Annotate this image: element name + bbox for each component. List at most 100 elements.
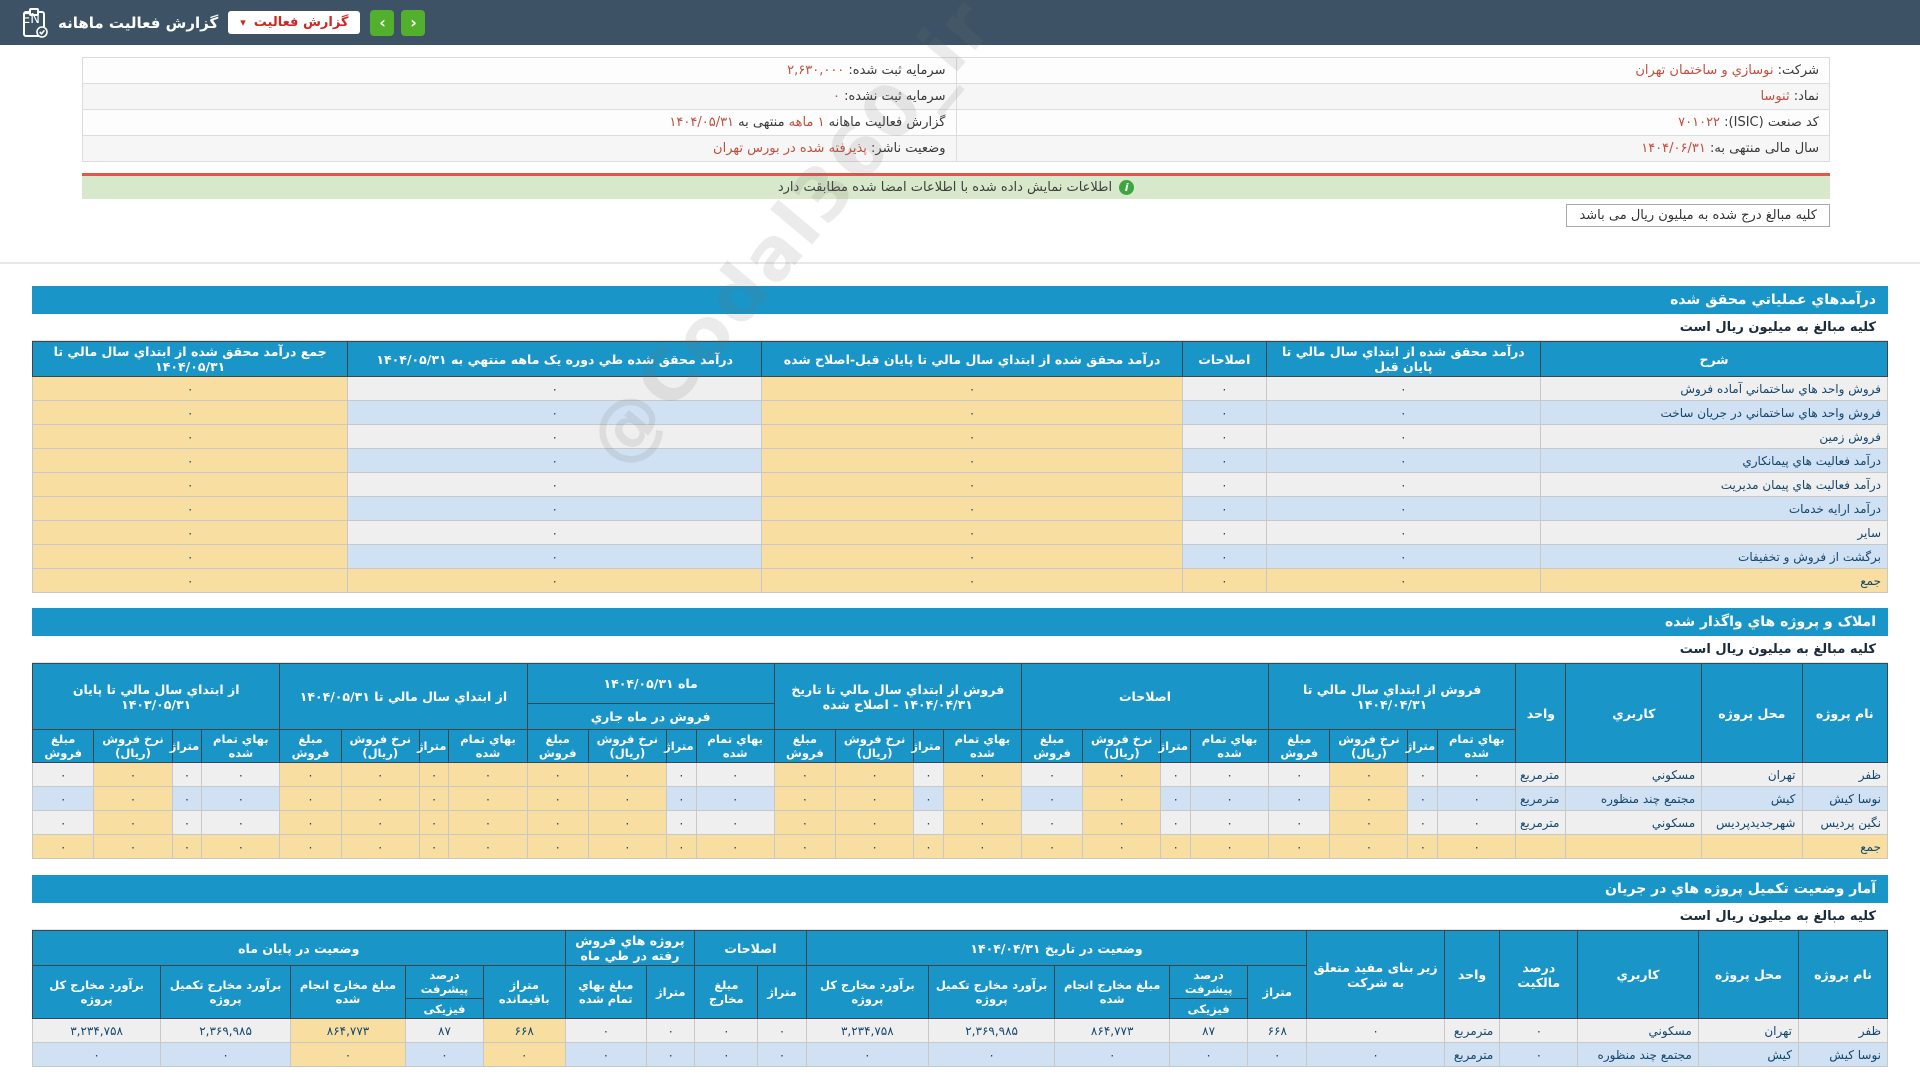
- table-cell: ۰: [1265, 448, 1542, 473]
- table-cell: ۰: [526, 762, 589, 787]
- table-cell: ۰: [1182, 568, 1267, 593]
- table-cell: ۰: [1182, 448, 1267, 473]
- table-cell: ۸۶۴,۷۷۳: [290, 1018, 406, 1043]
- table-cell: ۰: [761, 520, 1184, 545]
- table-cell: ۰: [694, 1042, 759, 1067]
- info-icon: i: [1119, 180, 1135, 195]
- sub-column-header: مبلغ بهاي تمام شده: [564, 965, 648, 1019]
- info-cell: نماد: ثنوسا: [955, 83, 1830, 110]
- table-cell: ۰: [347, 568, 763, 593]
- table-cell: ۰: [31, 810, 95, 835]
- useful-area: ۰: [1306, 1042, 1445, 1067]
- project-location: [1701, 834, 1803, 859]
- content-separator: [0, 262, 1920, 264]
- column-header: نام پروژه: [1801, 663, 1888, 763]
- project-location: کيش: [1697, 1042, 1799, 1067]
- row-label: نوسا کيش: [1797, 1042, 1889, 1067]
- table-cell: ۰: [1160, 834, 1192, 859]
- table-row: برگشت از فروش و تخفيفات ۰ ۰ ۰ ۰ ۰: [31, 544, 1888, 569]
- sub-column-header: بهاي تمام شده: [942, 729, 1022, 763]
- table-cell: ۰: [665, 762, 697, 787]
- table-cell: ۰: [347, 520, 763, 545]
- table-cell: ۰: [1182, 424, 1267, 449]
- table-cell: ۰: [31, 448, 349, 473]
- table-cell: ۰: [93, 762, 173, 787]
- info-value: ۰: [833, 89, 840, 104]
- table-cell: ۸۷: [405, 1018, 484, 1043]
- table-cell: ۰: [201, 834, 281, 859]
- sub-column-header: درصد پیشرفت: [1169, 965, 1249, 999]
- table-cell: ۰: [279, 762, 342, 787]
- table-cell: ۰: [347, 472, 763, 497]
- table-cell: ۰: [665, 834, 697, 859]
- info-label: منتهی به: [734, 115, 789, 130]
- table-cell: ۰: [1268, 786, 1331, 811]
- row-label: ظفر: [1797, 1018, 1889, 1043]
- table-cell: ۰: [913, 762, 944, 787]
- info-cell: سال مالی منتهی به: ۱۴۰۴/۰۶/۳۱: [955, 135, 1830, 162]
- project-usage: مجتمع چند منظوره: [1577, 1042, 1699, 1067]
- info-cell: گزارش فعالیت ماهانه ۱ ماهه منتهی به ۱۴۰۴…: [82, 109, 957, 136]
- table-cell: ۰: [835, 762, 915, 787]
- row-label: درآمد ارايه خدمات: [1540, 496, 1888, 521]
- project-usage: مسکوني: [1577, 1018, 1699, 1043]
- chevron-right-button[interactable]: ›: [370, 9, 395, 36]
- sub-column-header: متراژ: [1406, 729, 1439, 763]
- table-cell: ۰: [1268, 834, 1331, 859]
- info-label: شرکت:: [1773, 63, 1819, 78]
- row-label: نوسا کيش: [1801, 786, 1888, 811]
- column-header: واحد: [1443, 930, 1501, 1019]
- ownership-percent: ۰: [1499, 1042, 1579, 1067]
- sub-column-header: متراژ: [1159, 729, 1192, 763]
- sub-column-header: بهاي تمام شده: [1437, 729, 1517, 763]
- row-label: درآمد فعاليت هاي پيمانکاري: [1540, 448, 1888, 473]
- table-cell: ۰: [448, 810, 528, 835]
- table-cell: ۰: [913, 810, 944, 835]
- table-cell: ۰: [773, 786, 837, 811]
- language-switch[interactable]: EN: [22, 12, 40, 27]
- table-cell: ۰: [1082, 786, 1162, 811]
- table-cell: ۰: [347, 496, 763, 521]
- sub-column-header: نرخ فروش (ريال): [1082, 729, 1162, 763]
- table-cell: ۰: [1247, 1042, 1308, 1067]
- table-cell: ۰: [279, 786, 342, 811]
- table-row: جمع ۰ ۰ ۰ ۰ ۰ ۰ ۰ ۰ ۰ ۰ ۰ ۰ ۰ ۰ ۰ ۰ ۰ ۰ ۰ ۰ ۰ ۰ ۰ ۰: [31, 834, 1888, 859]
- table-cell: ۰: [1329, 834, 1409, 859]
- table-cell: ۰: [340, 834, 420, 859]
- table-cell: ۰: [1190, 762, 1270, 787]
- table-cell: ۰: [1265, 496, 1542, 521]
- table-cell: ۰: [1082, 810, 1162, 835]
- table-cell: ۰: [665, 810, 697, 835]
- table-row: فروش واحد هاي ساختماني آماده فروش ۰ ۰ ۰ ۰ ۰: [31, 376, 1888, 401]
- group-header: فروش از ابتداي سال مالي تا تاريخ ۱۴۰۴/۰۴…: [773, 663, 1022, 730]
- table-row-partial: نوسا کيش کيش مجتمع چند منظوره ۰ مترمربع ۰ ۰ ۰ ۰ ۰…: [31, 1042, 1889, 1067]
- table-cell: ۰: [1437, 786, 1517, 811]
- table-cell: ۰: [587, 762, 667, 787]
- sub-column-header: مبلغ فروش: [1268, 729, 1331, 763]
- table-cell: ۰: [31, 762, 95, 787]
- table-cell: ۰: [942, 762, 1022, 787]
- info-cell: شرکت: نوسازي و ساختمان تهران: [955, 57, 1830, 84]
- column-header: درآمد محقق شده طي دوره يک ماهه منتهي به …: [347, 341, 763, 377]
- table-cell: ۰: [695, 810, 775, 835]
- table-cell: ۰: [665, 786, 697, 811]
- table-cell: ۰: [1265, 544, 1542, 569]
- table-cell: ۰: [526, 786, 589, 811]
- sub-column-header: متراژ: [664, 729, 697, 763]
- table-cell: ۰: [913, 786, 944, 811]
- month-subgroup-header: فروش در ماه جاري: [526, 703, 775, 730]
- table-cell: ۰: [1182, 376, 1267, 401]
- table-cell: ۰: [695, 834, 775, 859]
- info-label: وضعیت ناشر:: [866, 141, 946, 156]
- table-cell: ۰: [646, 1018, 696, 1043]
- row-label: فروش زمين: [1540, 424, 1888, 449]
- table-cell: ۰: [31, 496, 349, 521]
- info-label: سال مالی منتهی به:: [1705, 141, 1819, 156]
- report-type-dropdown[interactable]: گزارش فعالیت ▾: [228, 11, 361, 34]
- chevron-left-button[interactable]: ‹: [401, 9, 426, 36]
- table-cell: ۳,۲۳۴,۷۵۸: [805, 1018, 930, 1043]
- table-cell: ۰: [201, 762, 281, 787]
- group-header: پروژه هاي فروش رفته در طي ماه: [564, 930, 696, 966]
- info-value: ۱ ماهه: [788, 115, 825, 130]
- table-cell: ۰: [942, 786, 1022, 811]
